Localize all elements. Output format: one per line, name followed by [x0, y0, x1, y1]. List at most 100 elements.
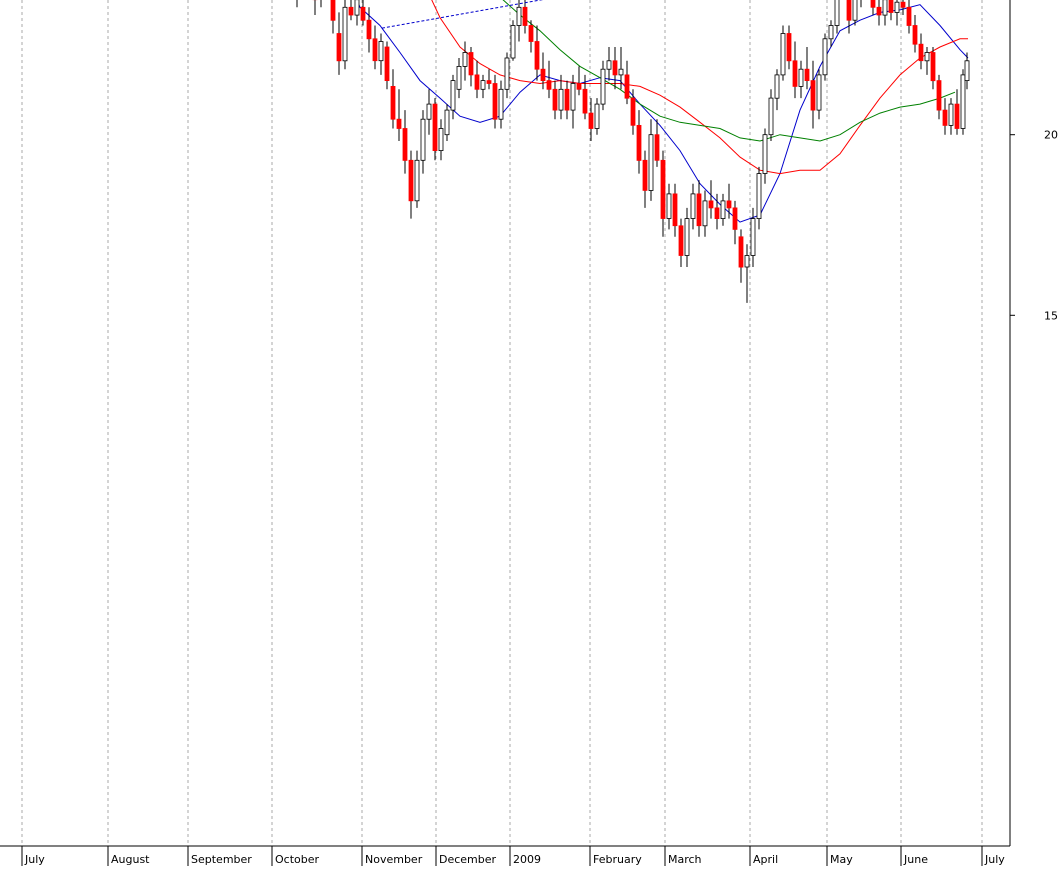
y-tick-label: 25	[1044, 0, 1058, 2]
candle-body	[804, 68, 810, 81]
x-tick-label: 2009	[513, 853, 541, 866]
stock-chart: 152025303540455055 JulyAugustSeptemberOc…	[0, 0, 1062, 866]
candle-body	[942, 109, 948, 126]
x-tick-label: September	[191, 853, 252, 866]
candle-body	[366, 19, 372, 40]
x-tick-label: August	[111, 853, 150, 866]
chart-svg: 152025303540455055 JulyAugustSeptemberOc…	[0, 0, 1062, 866]
candle-body	[474, 74, 480, 90]
candle-body	[918, 43, 924, 62]
candle-body	[774, 74, 780, 99]
candle-body	[678, 225, 684, 256]
candle-body	[798, 68, 804, 87]
candle-body	[594, 103, 600, 129]
candle-body	[504, 57, 510, 90]
candle-body	[492, 83, 498, 120]
x-tick-label: June	[903, 853, 928, 866]
candle-body	[564, 88, 570, 111]
candle-body	[732, 207, 738, 230]
x-tick-label: November	[365, 853, 423, 866]
candle-body	[822, 38, 828, 76]
x-tick-label: April	[753, 853, 778, 866]
candle-body	[708, 200, 714, 209]
candle-body	[744, 255, 750, 268]
candle-body	[666, 193, 672, 219]
candle-body	[948, 103, 954, 126]
candle-body	[600, 68, 606, 105]
x-tick-label: December	[439, 853, 497, 866]
candle-body	[444, 109, 450, 136]
y-tick-label: 15	[1044, 309, 1058, 322]
candle-body	[846, 0, 852, 21]
candle-body	[894, 1, 900, 13]
candle-body	[696, 193, 702, 227]
candle-body	[672, 193, 678, 227]
candle-body	[606, 60, 612, 70]
chart-background	[0, 0, 1062, 866]
candle-body	[552, 88, 558, 111]
candle-body	[816, 74, 822, 111]
candle-body	[360, 6, 366, 21]
candle-body	[876, 6, 882, 16]
candle-body	[648, 134, 654, 191]
candle-body	[900, 1, 906, 8]
candle-body	[810, 80, 816, 111]
candle-body	[912, 25, 918, 45]
candle-body	[336, 33, 342, 62]
candle-body	[964, 60, 970, 81]
candle-body	[372, 38, 378, 62]
candle-body	[738, 236, 744, 268]
x-tick-label: May	[830, 853, 853, 866]
candle-body	[570, 83, 576, 111]
candle-body	[456, 66, 462, 90]
candle-body	[960, 74, 966, 129]
candle-body	[450, 80, 456, 111]
candle-body	[522, 6, 528, 26]
x-tick-label: July	[24, 853, 45, 866]
candle-body	[468, 52, 474, 76]
candle-body	[930, 52, 936, 82]
candle-body	[510, 25, 516, 59]
candle-body	[384, 46, 390, 81]
candle-body	[630, 97, 636, 126]
candle-body	[582, 88, 588, 114]
candle-body	[726, 200, 732, 209]
candle-body	[852, 0, 858, 21]
candle-body	[414, 159, 420, 202]
candle-body	[768, 97, 774, 136]
candle-body	[636, 125, 642, 161]
candle-body	[432, 103, 438, 151]
candle-body	[546, 80, 552, 90]
candle-body	[618, 68, 624, 76]
candle-body	[540, 68, 546, 81]
candle-body	[906, 6, 912, 26]
x-tick-label: October	[275, 853, 319, 866]
x-tick-label: February	[593, 853, 642, 866]
x-tick-label: July	[984, 853, 1005, 866]
candle-body	[612, 60, 618, 76]
candle-body	[786, 33, 792, 62]
candle-body	[714, 207, 720, 219]
candle-body	[954, 103, 960, 129]
x-tick-label: March	[668, 853, 702, 866]
candle-body	[690, 193, 696, 219]
candle-body	[426, 103, 432, 120]
candle-body	[462, 52, 468, 67]
candle-body	[438, 128, 444, 152]
candle-body	[624, 74, 630, 99]
candle-body	[888, 0, 894, 13]
candle-body	[780, 33, 786, 76]
candle-body	[588, 112, 594, 129]
candle-body	[390, 86, 396, 120]
candle-body	[342, 6, 348, 62]
candle-body	[516, 6, 522, 26]
candle-body	[330, 0, 336, 21]
candle-body	[654, 134, 660, 161]
candle-body	[402, 128, 408, 161]
candle-body	[702, 200, 708, 227]
candle-body	[828, 25, 834, 40]
candle-body	[498, 88, 504, 120]
candle-body	[882, 0, 888, 16]
candle-body	[378, 41, 384, 62]
candle-body	[534, 41, 540, 70]
